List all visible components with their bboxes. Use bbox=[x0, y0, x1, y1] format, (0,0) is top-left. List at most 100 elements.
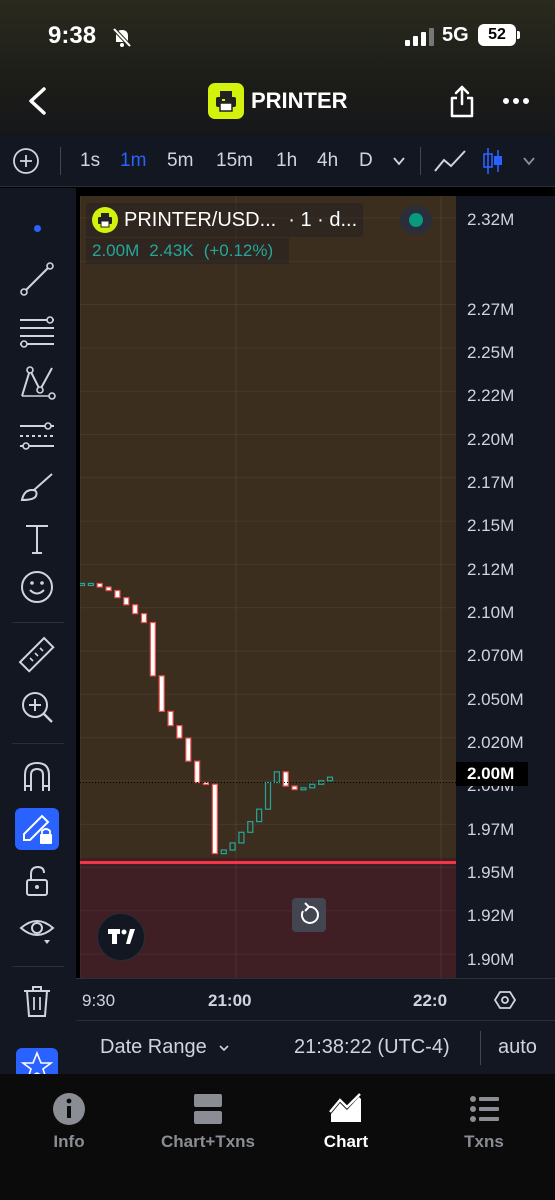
list-icon bbox=[470, 1096, 499, 1122]
time-label: 21:00 bbox=[208, 991, 252, 1010]
time-label: 9:30 bbox=[82, 991, 116, 1010]
ruler-tool-icon[interactable] bbox=[18, 636, 56, 674]
candle bbox=[229, 842, 236, 851]
toolbar-divider bbox=[12, 966, 64, 967]
price-label: 1.92M bbox=[467, 906, 515, 925]
add-symbol-icon[interactable] bbox=[12, 147, 40, 175]
back-arrow-icon[interactable] bbox=[26, 86, 48, 116]
price-scale[interactable]: 2.32M 2.27M 2.25M 2.22M 2.20M 2.17M 2.15… bbox=[456, 196, 555, 978]
price-label: 2.12M bbox=[467, 560, 515, 579]
tab-txns[interactable]: Txns bbox=[415, 1092, 553, 1152]
date-range-selector[interactable]: Date Range bbox=[100, 1036, 207, 1059]
price-label: 2.17M bbox=[467, 473, 515, 492]
interval-d[interactable]: D bbox=[359, 150, 373, 172]
price-label: 2.20M bbox=[467, 430, 515, 449]
silent-bell-icon bbox=[112, 27, 132, 48]
candle bbox=[282, 771, 289, 787]
candle bbox=[326, 776, 334, 782]
tab-chart[interactable]: Chart bbox=[277, 1092, 415, 1152]
candlestick-chart[interactable] bbox=[80, 196, 456, 978]
cell-signal-icon bbox=[405, 28, 434, 46]
market-status-indicator[interactable] bbox=[400, 206, 432, 234]
network-type: 5G bbox=[442, 24, 469, 46]
current-price-label: 2.00M bbox=[456, 762, 528, 786]
price-label: 2.050M bbox=[467, 690, 524, 709]
fib-retracement-tool-icon[interactable] bbox=[18, 312, 56, 350]
price-label: 2.22M bbox=[467, 386, 515, 405]
price-label: 2.070M bbox=[467, 646, 524, 665]
candle bbox=[185, 737, 192, 762]
tab-label: Info bbox=[53, 1132, 85, 1151]
chart-type-dropdown-icon[interactable] bbox=[522, 155, 536, 167]
time-label: 22:0 bbox=[413, 991, 448, 1010]
forecast-tool-icon[interactable] bbox=[18, 416, 56, 454]
candle bbox=[300, 787, 307, 791]
more-options-icon[interactable] bbox=[502, 96, 530, 106]
candle bbox=[80, 582, 86, 587]
interval-5m[interactable]: 5m bbox=[167, 150, 193, 172]
info-icon bbox=[53, 1093, 85, 1125]
drawing-toolbar bbox=[0, 188, 76, 1184]
price-label: 2.020M bbox=[467, 733, 524, 752]
candle bbox=[96, 582, 103, 588]
interval-15m[interactable]: 15m bbox=[216, 150, 253, 172]
candle bbox=[264, 781, 272, 810]
printer-token-icon bbox=[92, 207, 118, 233]
candlestick-chart-icon[interactable] bbox=[482, 147, 504, 175]
interval-1m[interactable]: 1m bbox=[120, 150, 146, 172]
page-title: PRINTER bbox=[251, 88, 348, 113]
toolbar-divider bbox=[12, 743, 64, 744]
symbol-legend[interactable]: PRINTER/USD... · 1 · d... bbox=[86, 203, 364, 237]
interval-1h[interactable]: 1h bbox=[276, 150, 297, 172]
interval-4h[interactable]: 4h bbox=[317, 150, 338, 172]
time-scale[interactable]: 9:30 21:00 22:0 bbox=[76, 978, 555, 1020]
candle bbox=[158, 675, 165, 713]
auto-scale-toggle[interactable]: auto bbox=[498, 1036, 537, 1059]
zoom-in-tool-icon[interactable] bbox=[18, 688, 56, 726]
price-label: 1.95M bbox=[467, 863, 515, 882]
candle bbox=[149, 621, 156, 677]
interval-1s[interactable]: 1s bbox=[80, 150, 100, 172]
emoji-tool-icon[interactable] bbox=[18, 568, 56, 606]
interval-dropdown-icon[interactable] bbox=[392, 155, 406, 167]
chart-settings-icon[interactable] bbox=[494, 989, 516, 1011]
candle bbox=[318, 780, 325, 785]
tab-label: Chart bbox=[323, 1132, 369, 1151]
toolbar-divider bbox=[420, 147, 421, 175]
unlock-icon[interactable] bbox=[18, 862, 56, 900]
info-bar-divider bbox=[480, 1031, 481, 1065]
timezone-clock[interactable]: 21:38:22 (UTC-4) bbox=[294, 1036, 450, 1059]
price-label: 2.15M bbox=[467, 516, 515, 535]
pattern-tool-icon[interactable] bbox=[18, 364, 56, 402]
magnet-tool-icon[interactable] bbox=[18, 758, 56, 796]
candle bbox=[132, 604, 139, 615]
tab-label: Txns bbox=[464, 1132, 504, 1151]
date-range-chevron-icon[interactable] bbox=[218, 1043, 230, 1053]
chart-info-bar: Date Range 21:38:22 (UTC-4) auto bbox=[76, 1020, 555, 1074]
hide-drawings-eye-icon[interactable] bbox=[18, 910, 56, 948]
reset-chart-button[interactable] bbox=[292, 898, 326, 932]
tab-chart-txns[interactable]: Chart+Txns bbox=[139, 1092, 277, 1152]
candle bbox=[194, 760, 201, 784]
candle bbox=[87, 582, 94, 587]
tradingview-logo-icon[interactable] bbox=[97, 913, 145, 961]
text-tool-icon[interactable] bbox=[18, 520, 56, 558]
trend-line-tool-icon[interactable] bbox=[18, 260, 56, 298]
cursor-tool-dot[interactable] bbox=[34, 225, 41, 232]
trash-icon[interactable] bbox=[18, 982, 56, 1020]
drawing-mode-lock-icon[interactable] bbox=[18, 810, 56, 848]
candle bbox=[105, 586, 112, 592]
price-label: 2.25M bbox=[467, 343, 515, 362]
brush-tool-icon[interactable] bbox=[18, 468, 56, 506]
line-chart-icon[interactable] bbox=[434, 149, 466, 173]
share-icon[interactable] bbox=[448, 84, 476, 118]
status-time: 9:38 bbox=[48, 22, 97, 49]
chart-pane[interactable] bbox=[80, 196, 456, 978]
bottom-tab-bar: Info Chart+Txns Chart Txns bbox=[0, 1074, 555, 1200]
candle bbox=[256, 808, 263, 823]
legend-change-abs: 2.43K bbox=[149, 241, 194, 260]
tab-info[interactable]: Info bbox=[0, 1092, 138, 1152]
price-label: 1.97M bbox=[467, 820, 515, 839]
candle bbox=[167, 710, 174, 727]
legend-symbol: PRINTER/USD... bbox=[124, 208, 277, 231]
